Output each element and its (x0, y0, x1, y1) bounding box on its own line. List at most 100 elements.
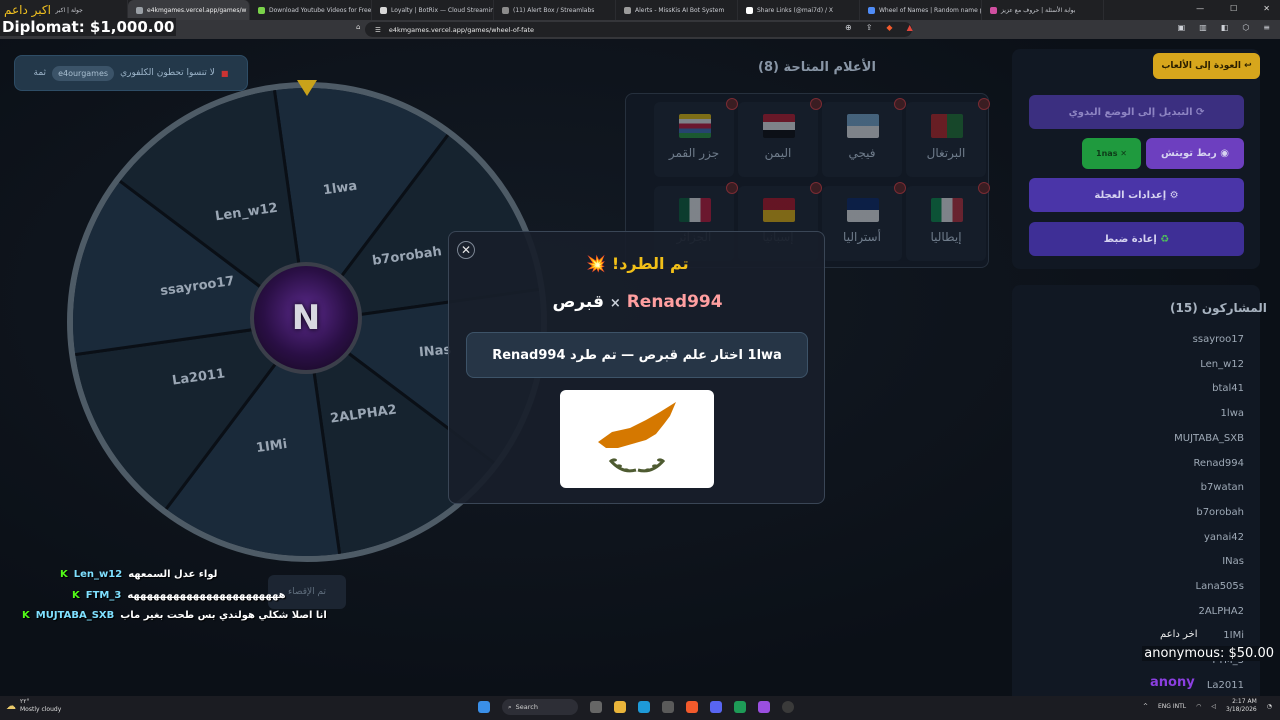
select-indicator-icon[interactable] (810, 182, 822, 194)
flag-image (679, 198, 711, 222)
tab-favicon-icon (136, 6, 143, 14)
taskbar-search[interactable]: ⌕ Search (502, 699, 578, 715)
clock[interactable]: 2:17 AM 3/18/2026 (1226, 698, 1257, 714)
bookmark-icon[interactable]: ⌂ (356, 23, 360, 31)
sheets-icon[interactable] (734, 701, 746, 713)
chat-username: FTM_3 (85, 590, 122, 601)
select-indicator-icon[interactable] (978, 98, 990, 110)
select-indicator-icon[interactable] (894, 98, 906, 110)
file-explorer-icon[interactable] (614, 701, 626, 713)
times-sign: × (609, 296, 621, 311)
site-info-icon[interactable]: ☰ (375, 26, 381, 34)
close-window-icon[interactable]: ✕ (1263, 4, 1270, 13)
flag-option[interactable]: جزر القمر (654, 98, 738, 177)
donation-name-partial: anony (1150, 675, 1195, 690)
remove-icon[interactable]: ✕ (1120, 149, 1127, 158)
browser-tab[interactable]: Download Youtube Videos for Free (250, 0, 372, 20)
back-to-games-label: العودة إلى الألعاب (1161, 61, 1241, 71)
minimize-icon[interactable]: — (1196, 4, 1204, 13)
flag-name-label: أستراليا (843, 230, 881, 244)
flag-option[interactable]: اليمن (738, 98, 822, 177)
tab-title: Alerts - MissKis AI Bot System (635, 6, 725, 14)
select-indicator-icon[interactable] (726, 182, 738, 194)
select-indicator-icon[interactable] (894, 182, 906, 194)
browser-tab[interactable]: e4kmgames.vercel.app/games/w✕ (128, 0, 250, 20)
app-icon[interactable] (758, 701, 770, 713)
task-view-icon[interactable] (590, 701, 602, 713)
edge-icon[interactable] (638, 701, 650, 713)
participant-item: 1lwa (1220, 408, 1244, 420)
discord-icon[interactable] (710, 701, 722, 713)
chat-username: MUJTABA_SXB (35, 610, 115, 621)
wheel-pointer (297, 80, 317, 96)
sidebar-icon[interactable]: ▥ (1199, 23, 1207, 32)
connect-twitch-label: ربط تويتش (1161, 148, 1217, 159)
maximize-icon[interactable]: ☐ (1230, 4, 1237, 13)
weather-widget[interactable]: ☁ ٢٢° Mostly cloudy (6, 698, 61, 714)
tab-favicon-icon (624, 6, 631, 14)
obs-icon[interactable] (782, 701, 794, 713)
wheel-hub-avatar[interactable]: N (250, 262, 362, 374)
notice-suffix: ثمة (33, 68, 47, 78)
reset-button[interactable]: إعادة ضبط ♻ (1029, 222, 1244, 256)
flag-option[interactable]: أستراليا (822, 182, 906, 261)
share-icon[interactable]: ⇪ (866, 23, 873, 32)
select-indicator-icon[interactable] (978, 182, 990, 194)
brave-shield-icon[interactable]: ◆ (886, 23, 892, 32)
flag-option[interactable]: إيطاليا (906, 182, 990, 261)
store-icon[interactable] (662, 701, 674, 713)
manual-mode-button[interactable]: التبديل إلى الوضع اليدوي ⟳ (1029, 95, 1244, 129)
browser-tab[interactable]: بوابة الأسئلة | حروف مع عزيز (982, 0, 1104, 20)
wifi-icon[interactable]: ◠ (1196, 703, 1201, 710)
tab-favicon-icon (990, 6, 997, 14)
weather-desc: Mostly cloudy (20, 706, 62, 713)
browser-tab[interactable]: Wheel of Names | Random name pi (860, 0, 982, 20)
chat-message: K MUJTABA_SXB انا اصلا شكلي هولندي بس طح… (22, 610, 327, 621)
game-page: ثمة e4ourgames لا تنسوا تحطون الكلفوري ■… (0, 39, 1280, 696)
flag-option[interactable]: فيجي (822, 98, 906, 177)
flag-option[interactable]: البرتغال (906, 98, 990, 177)
browser-tab[interactable]: Loyalty | BotRix — Cloud Streaming (372, 0, 494, 20)
wallet-icon[interactable]: ◧ (1221, 23, 1229, 32)
back-to-games-button[interactable]: العودة إلى الألعاب ↩ (1153, 53, 1260, 79)
select-indicator-icon[interactable] (810, 98, 822, 110)
browser-tab[interactable]: (11) Alert Box / Streamlabs (494, 0, 616, 20)
chat-text: انا اصلا شكلي هولندي بس طحت بغير ماب (120, 610, 327, 621)
language-indicator[interactable]: ENG INTL (1158, 703, 1186, 710)
gear-icon: ⚙ (1169, 189, 1179, 201)
notifications-icon[interactable]: ◔ (1267, 703, 1272, 710)
taskbar-search-label: Search (515, 703, 538, 711)
tab-title: e4kmgames.vercel.app/games/w (147, 6, 247, 14)
zoom-icon[interactable]: ⊕ (845, 23, 852, 32)
brave-icon[interactable] (686, 701, 698, 713)
tray-chevron-icon[interactable]: ^ (1143, 703, 1148, 710)
windows-start-icon[interactable] (478, 701, 490, 713)
flag-name-label: جزر القمر (668, 146, 720, 160)
participant-item: Renad994 (1193, 457, 1244, 469)
menu-icon[interactable]: ≡ (1263, 23, 1270, 32)
url-field[interactable]: ☰ e4kmgames.vercel.app/games/wheel-of-fa… (365, 22, 912, 37)
system-tray: ^ ENG INTL ◠ ◁ 2:17 AM 3/18/2026 ◔ (1143, 698, 1272, 714)
result-message: 1lwa اختار علم قبرص — تم طرد Renad994 (466, 332, 808, 378)
vpn-icon[interactable]: ⬡ (1242, 23, 1249, 32)
browser-tab[interactable]: Alerts - MissKis AI Bot System (616, 0, 738, 20)
window-controls: — ☐ ✕ (1196, 4, 1270, 13)
volume-icon[interactable]: ◁ (1211, 703, 1216, 710)
tab-title: Wheel of Names | Random name pi (879, 6, 982, 14)
select-indicator-icon[interactable] (726, 98, 738, 110)
hub-logo-letter: N (291, 298, 321, 338)
twitch-user-chip[interactable]: 1nas ✕ (1082, 138, 1141, 169)
wheel-settings-button[interactable]: إعدادات العجلة ⚙ (1029, 178, 1244, 212)
flag-image (847, 198, 879, 222)
rewards-icon[interactable]: ▲ (907, 23, 913, 32)
extensions-icon[interactable]: ▣ (1178, 23, 1186, 32)
modal-title-text: تم الطرد! (611, 254, 689, 273)
flag-image (763, 114, 795, 138)
modal-title: تم الطرد! 💥 (449, 254, 826, 273)
participants-title: المشاركون (15) (1170, 301, 1267, 315)
connect-twitch-button[interactable]: ربط تويتش ◉ (1146, 138, 1244, 169)
browser-tab[interactable]: Share Links (@mai7d) / X (738, 0, 860, 20)
address-bar: ⌂ ☰ e4kmgames.vercel.app/games/wheel-of-… (0, 20, 1280, 39)
cyprus-flag (560, 390, 714, 488)
reset-label: إعادة ضبط (1103, 233, 1157, 245)
